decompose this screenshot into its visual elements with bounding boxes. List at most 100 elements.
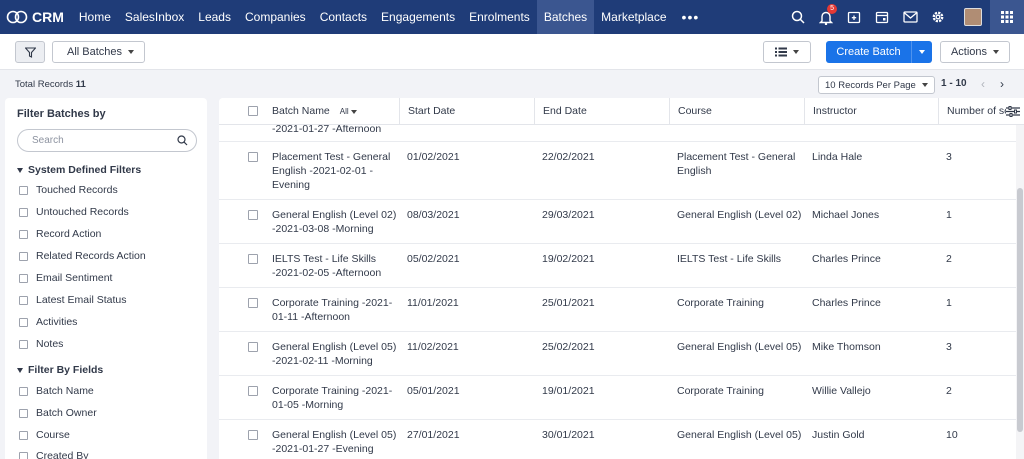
table-row[interactable]: General English (Level 02) -2021-03-08 -M… [219, 200, 1016, 244]
all-filter-dropdown[interactable]: All [340, 107, 357, 116]
nav-batches[interactable]: Batches [536, 0, 595, 34]
filter-activities[interactable]: Activities [19, 316, 77, 328]
field-filters-group[interactable]: Filter By Fields [17, 364, 103, 376]
column-start-date[interactable]: Start Date [399, 98, 534, 125]
batch-name-cell[interactable]: General English (Level 05) -2021-01-27 -E… [272, 428, 396, 456]
table-row[interactable]: General English (Level 05) -2021-01-27 -E… [219, 420, 1016, 459]
sessions-cell: 1 [946, 209, 952, 221]
bell-icon[interactable]: 5 [815, 4, 837, 28]
more-tabs-button[interactable]: ••• [674, 9, 708, 25]
row-checkbox[interactable] [248, 210, 258, 220]
table-row[interactable]: -2021-01-27 -Afternoon [219, 123, 1016, 142]
checkbox[interactable] [19, 229, 28, 239]
checkbox[interactable] [19, 430, 28, 440]
checkbox[interactable] [19, 251, 28, 261]
row-checkbox[interactable] [248, 152, 258, 162]
column-instructor[interactable]: Instructor [804, 98, 938, 125]
nav-enrolments[interactable]: Enrolments [462, 0, 537, 34]
table-row[interactable]: IELTS Test - Life Skills -2021-02-05 -Aft… [219, 244, 1016, 288]
checkbox[interactable] [19, 386, 28, 396]
search-icon[interactable] [787, 6, 809, 28]
table-row[interactable]: General English (Level 05) -2021-02-11 -M… [219, 332, 1016, 376]
filter-course[interactable]: Course [19, 429, 70, 441]
column-course[interactable]: Course [669, 98, 804, 125]
batch-name-cell[interactable]: IELTS Test - Life Skills -2021-02-05 -Aft… [272, 252, 381, 280]
previous-page-button[interactable]: ‹ [976, 75, 990, 93]
filter-label: Untouched Records [36, 206, 129, 218]
filter-touched-records[interactable]: Touched Records [19, 184, 118, 196]
checkbox[interactable] [19, 207, 28, 217]
filter-email-sentiment[interactable]: Email Sentiment [19, 272, 112, 284]
nav-leads[interactable]: Leads [191, 0, 238, 34]
instructor-cell: Charles Prince [812, 253, 881, 265]
mail-icon[interactable] [899, 6, 921, 28]
nav-salesinbox[interactable]: SalesInbox [118, 0, 191, 34]
apps-grid-icon[interactable] [990, 0, 1024, 34]
next-page-button[interactable]: › [995, 75, 1009, 93]
checkbox[interactable] [19, 451, 28, 459]
table-row[interactable]: Placement Test - General English -2021-02… [219, 142, 1016, 200]
row-checkbox[interactable] [248, 386, 258, 396]
filter-batch-owner[interactable]: Batch Owner [19, 407, 97, 419]
avatar[interactable] [964, 8, 982, 26]
filter-search-input[interactable]: Search [17, 129, 197, 152]
gear-icon[interactable] [927, 6, 949, 28]
nav-contacts[interactable]: Contacts [313, 0, 374, 34]
batch-name-line: 01-05 -Morning [272, 399, 344, 411]
column-settings-icon[interactable] [1006, 106, 1020, 117]
filter-batch-name[interactable]: Batch Name [19, 385, 94, 397]
start-date-cell: 11/02/2021 [407, 341, 459, 353]
checkbox[interactable] [19, 185, 28, 195]
batch-name-cell[interactable]: Corporate Training -2021- 01-11 -Afternoo… [272, 296, 392, 324]
batch-name-cell[interactable]: General English (Level 02) -2021-03-08 -M… [272, 208, 396, 236]
chevron-down-icon [921, 83, 928, 87]
filter-label: Touched Records [36, 184, 118, 196]
column-end-date[interactable]: End Date [534, 98, 669, 125]
filter-related-records-action[interactable]: Related Records Action [19, 250, 146, 262]
checkbox[interactable] [19, 273, 28, 283]
batch-name-cell[interactable]: Placement Test - General English -2021-02… [272, 150, 390, 192]
filter-latest-email-status[interactable]: Latest Email Status [19, 294, 126, 306]
records-per-page-select[interactable]: 10 Records Per Page [818, 76, 935, 94]
column-batch-name[interactable]: Batch Name All [264, 98, 399, 125]
row-checkbox[interactable] [248, 430, 258, 440]
course-cell: Corporate Training [677, 385, 764, 397]
system-filters-group[interactable]: System Defined Filters [17, 164, 141, 176]
row-checkbox[interactable] [248, 342, 258, 352]
batch-name-line: Corporate Training -2021- [272, 385, 393, 397]
row-checkbox[interactable] [248, 298, 258, 308]
checkbox[interactable] [19, 317, 28, 327]
scrollbar-thumb[interactable] [1017, 188, 1023, 432]
table-row[interactable]: Corporate Training -2021- 01-11 -Afternoo… [219, 288, 1016, 332]
batch-name-cell[interactable]: General English (Level 05) -2021-02-11 -M… [272, 340, 396, 368]
view-selector[interactable]: All Batches [52, 41, 146, 63]
filter-notes[interactable]: Notes [19, 338, 63, 350]
select-all-checkbox[interactable] [248, 106, 258, 116]
filter-record-action[interactable]: Record Action [19, 228, 101, 240]
nav-companies[interactable]: Companies [238, 0, 313, 34]
checkbox[interactable] [19, 339, 28, 349]
sessions-cell: 10 [946, 429, 958, 441]
table-row[interactable]: Corporate Training -2021- 01-05 -Morning … [219, 376, 1016, 420]
batch-name-line: General English (Level 05) [272, 429, 397, 441]
row-checkbox[interactable] [248, 254, 258, 264]
calendar-icon[interactable] [871, 6, 893, 28]
sessions-cell: 2 [946, 253, 952, 265]
crm-logo[interactable]: CRM [0, 0, 72, 34]
nav-engagements[interactable]: Engagements [374, 0, 462, 34]
filter-untouched-records[interactable]: Untouched Records [19, 206, 129, 218]
actions-button[interactable]: Actions [940, 41, 1010, 63]
nav-home[interactable]: Home [72, 0, 118, 34]
list-view-button[interactable] [763, 41, 811, 63]
checkbox[interactable] [19, 408, 28, 418]
column-number-of-sessions[interactable]: Number of se [938, 98, 1006, 125]
search-icon [177, 135, 188, 146]
nav-marketplace[interactable]: Marketplace [594, 0, 673, 34]
batch-name-cell[interactable]: Corporate Training -2021- 01-05 -Morning [272, 384, 392, 412]
filter-created-by[interactable]: Created By [19, 450, 89, 459]
add-calendar-icon[interactable] [843, 6, 865, 28]
create-batch-button[interactable]: Create Batch [826, 41, 932, 63]
filter-toggle-button[interactable] [15, 41, 45, 63]
create-batch-dropdown[interactable] [911, 41, 932, 63]
checkbox[interactable] [19, 295, 28, 305]
